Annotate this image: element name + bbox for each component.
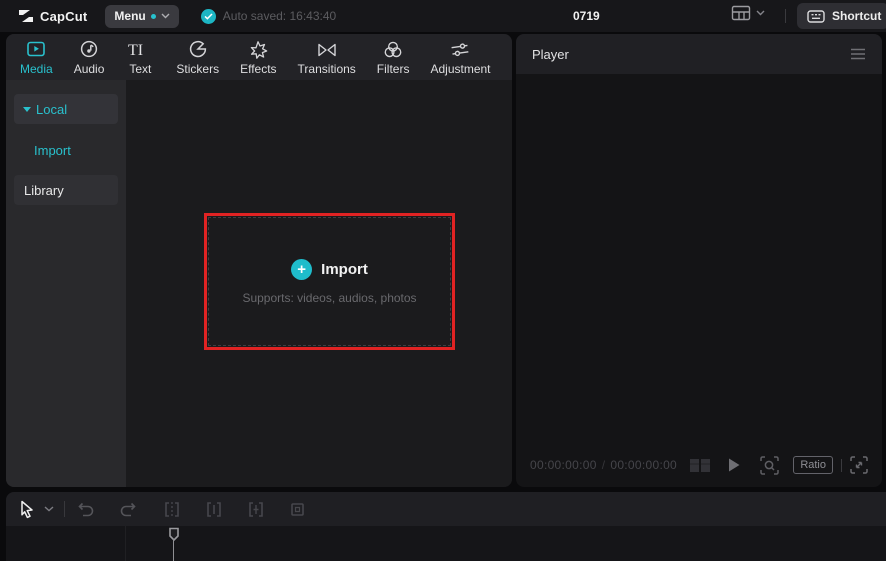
tab-label: Effects: [240, 62, 276, 76]
sidebar-item-label: Local: [36, 102, 67, 117]
tab-text[interactable]: TI Text: [123, 40, 157, 76]
select-tool-button[interactable]: [18, 500, 36, 519]
tab-label: Stickers: [176, 62, 219, 76]
media-sidebar: Local Import Library: [6, 80, 126, 487]
tab-label: Media: [20, 62, 53, 76]
project-title: 0719: [573, 9, 600, 23]
autosave-text: Auto saved: 16:43:40: [223, 9, 336, 23]
layout-panels-icon: [731, 5, 751, 21]
delete-button[interactable]: [289, 501, 306, 518]
sidebar-item-import[interactable]: Import: [14, 137, 118, 163]
top-bar: CapCut Menu Auto saved: 16:43:40 0719 Sh…: [0, 0, 886, 32]
tab-audio[interactable]: Audio: [72, 40, 107, 76]
playhead-line: [173, 539, 174, 561]
import-supports-text: Supports: videos, audios, photos: [242, 291, 416, 305]
split-button[interactable]: [163, 501, 181, 518]
ratio-button-label: Ratio: [800, 459, 826, 471]
tab-label: Text: [129, 62, 151, 76]
player-controls: 00:00:00:00 / 00:00:00:00 Ratio: [516, 443, 882, 487]
chevron-down-icon: [756, 10, 765, 16]
undo-button[interactable]: [77, 501, 95, 517]
shortcut-button-label: Shortcut: [832, 9, 881, 23]
player-panel: Player 00:00:00:00 / 00:00:00:00: [516, 34, 882, 487]
menu-status-dot: [151, 14, 156, 19]
media-content-area: + Import Supports: videos, audios, photo…: [126, 80, 512, 487]
asset-tab-bar: Media Audio TI Text Stickers: [6, 34, 512, 80]
capcut-logo: CapCut: [18, 9, 87, 24]
tab-media[interactable]: Media: [18, 40, 55, 76]
menu-button-label: Menu: [114, 9, 145, 23]
chevron-down-icon: [161, 13, 170, 19]
tab-effects[interactable]: Effects: [238, 40, 278, 76]
controls-divider: [841, 459, 842, 472]
tab-label: Filters: [377, 62, 410, 76]
play-button[interactable]: [727, 457, 741, 473]
sidebar-item-library[interactable]: Library: [14, 175, 118, 205]
select-tool-dropdown[interactable]: [44, 506, 54, 512]
transitions-icon: [315, 40, 339, 60]
player-viewport: [516, 74, 882, 443]
sidebar-item-label: Import: [34, 143, 71, 158]
track-header-divider: [125, 526, 126, 561]
audio-icon: [78, 40, 100, 60]
svg-text:TI: TI: [128, 42, 143, 59]
frame-preview-icon[interactable]: [689, 458, 711, 473]
tab-adjustment[interactable]: Adjustment: [428, 40, 492, 76]
timeline-track-area[interactable]: [6, 526, 886, 561]
expand-triangle-icon: [23, 107, 31, 112]
ratio-button[interactable]: Ratio: [793, 456, 833, 474]
filters-icon: [382, 40, 404, 60]
delete-right-button[interactable]: [247, 501, 265, 518]
fullscreen-icon[interactable]: [850, 456, 868, 474]
tab-stickers[interactable]: Stickers: [174, 40, 221, 76]
toolbar-divider: [64, 501, 65, 517]
text-icon: TI: [125, 40, 155, 60]
plus-icon: +: [291, 259, 312, 280]
import-button-label: Import: [321, 261, 368, 278]
shortcut-button[interactable]: Shortcut: [797, 3, 886, 29]
playhead[interactable]: [168, 527, 180, 561]
media-icon: [25, 40, 47, 60]
tab-filters[interactable]: Filters: [375, 40, 412, 76]
timeline-panel: [6, 492, 886, 561]
layout-switch-button[interactable]: [731, 5, 765, 21]
player-menu-icon[interactable]: [850, 48, 866, 60]
timecode-total: 00:00:00:00: [610, 458, 677, 472]
stickers-icon: [187, 40, 209, 60]
timecode-separator: /: [602, 458, 606, 472]
media-panel: Media Audio TI Text Stickers: [6, 34, 512, 487]
player-header: Player: [516, 34, 882, 74]
import-dropzone[interactable]: + Import Supports: videos, audios, photo…: [208, 217, 451, 346]
tab-label: Transitions: [298, 62, 356, 76]
redo-button[interactable]: [119, 501, 137, 517]
tab-label: Audio: [74, 62, 105, 76]
delete-left-button[interactable]: [205, 501, 223, 518]
autosave-check-icon: [201, 9, 216, 24]
effects-icon: [247, 40, 269, 60]
topbar-divider: [785, 9, 786, 23]
capcut-logo-icon: [18, 9, 34, 23]
tab-transitions[interactable]: Transitions: [296, 40, 358, 76]
preview-zoom-icon[interactable]: [760, 456, 779, 475]
import-button[interactable]: + Import: [291, 259, 368, 280]
player-title: Player: [532, 47, 569, 62]
timecode-current: 00:00:00:00: [530, 458, 597, 472]
capcut-logo-text: CapCut: [40, 9, 87, 24]
adjustment-icon: [449, 40, 471, 60]
tab-label: Adjustment: [430, 62, 490, 76]
timeline-toolbar: [6, 492, 886, 526]
menu-button[interactable]: Menu: [105, 5, 178, 28]
sidebar-item-local[interactable]: Local: [14, 94, 118, 124]
player-timecode: 00:00:00:00 / 00:00:00:00: [530, 458, 677, 472]
autosave-status: Auto saved: 16:43:40: [201, 9, 336, 24]
keyboard-icon: [807, 10, 825, 23]
sidebar-item-label: Library: [24, 183, 64, 198]
